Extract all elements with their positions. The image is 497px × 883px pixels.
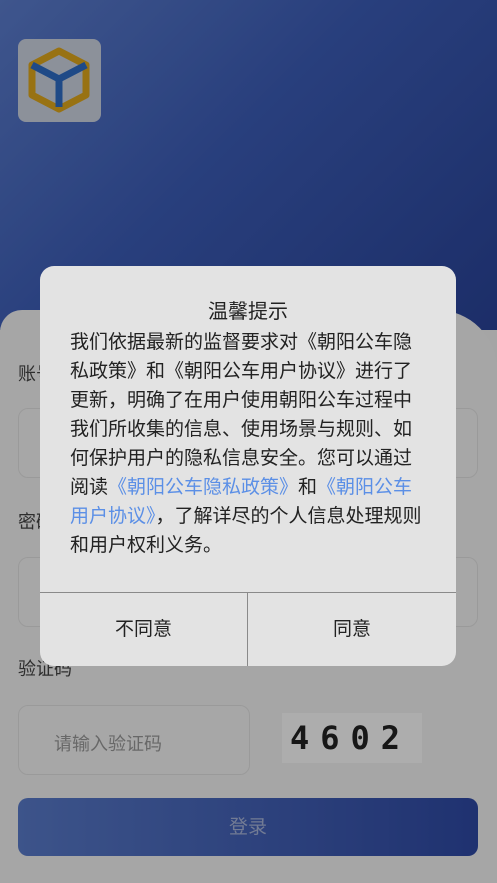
agree-button[interactable]: 同意	[248, 593, 456, 666]
dialog-text-and: 和	[298, 476, 318, 498]
dialog-body: 我们依据最新的监督要求对《朝阳公车隐私政策》和《朝阳公车用户协议》进行了更新，明…	[70, 328, 430, 560]
privacy-dialog: 温馨提示 我们依据最新的监督要求对《朝阳公车隐私政策》和《朝阳公车用户协议》进行…	[40, 266, 456, 666]
dialog-title: 温馨提示	[208, 299, 288, 323]
disagree-button[interactable]: 不同意	[40, 593, 247, 666]
privacy-policy-link[interactable]: 《朝阳公车隐私政策》	[108, 476, 298, 498]
dialog-text-1: 我们依据最新的监督要求对《朝阳公车隐私政策》和《朝阳公车用户协议》进行了更新，明…	[70, 331, 413, 498]
